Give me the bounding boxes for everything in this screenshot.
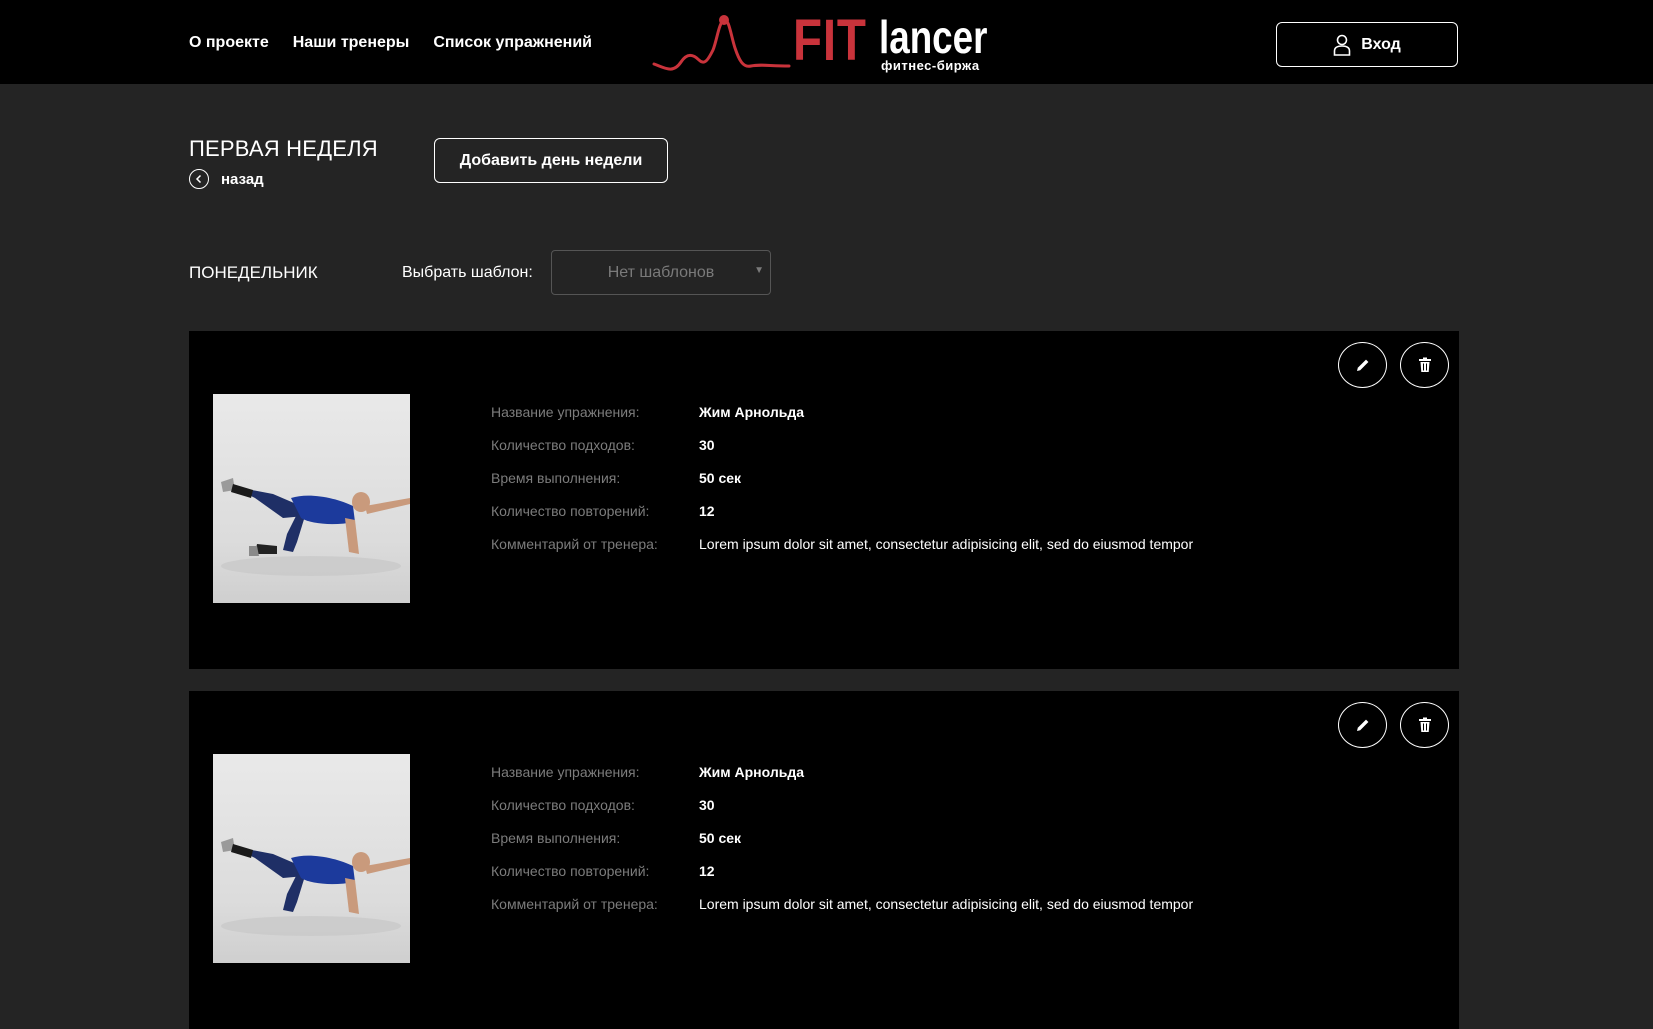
back-label: назад — [221, 170, 264, 188]
logo-lancer-text: lancer — [879, 11, 988, 63]
add-day-button[interactable]: Добавить день недели — [434, 138, 668, 183]
exercise-info: Название упражнения: Жим Арнольда Количе… — [491, 755, 1193, 920]
pencil-icon — [1356, 359, 1368, 371]
info-row-comment: Комментарий от тренера: Lorem ipsum dolo… — [491, 527, 1193, 560]
info-row-reps: Количество повторений: 12 — [491, 494, 1193, 527]
logo-subtitle: фитнес-биржа — [881, 58, 980, 73]
template-label: Выбрать шаблон: — [402, 264, 533, 281]
label-reps: Количество повторений: — [491, 862, 650, 879]
label-comment: Комментарий от тренера: — [491, 895, 658, 912]
nav-item-exercises[interactable]: Список упражнений — [433, 33, 592, 53]
info-row-time: Время выполнения: 50 сек — [491, 821, 1193, 854]
info-row-name: Название упражнения: Жим Арнольда — [491, 755, 1193, 788]
value-time: 50 сек — [699, 829, 742, 846]
label-reps: Количество повторений: — [491, 502, 650, 519]
exercise-figure-image — [221, 838, 410, 936]
label-time: Время выполнения: — [491, 829, 621, 846]
label-time: Время выполнения: — [491, 469, 621, 486]
value-comment: Lorem ipsum dolor sit amet, consectetur … — [699, 895, 1194, 912]
value-name: Жим Арнольда — [699, 763, 804, 780]
trash-icon — [1418, 717, 1431, 732]
label-name: Название упражнения: — [491, 763, 640, 780]
exercise-card: Название упражнения: Жим Арнольда Количе… — [189, 331, 1459, 669]
exercise-photo — [213, 754, 410, 963]
exercise-photo — [213, 394, 410, 603]
value-sets: 30 — [699, 436, 715, 453]
value-time: 50 сек — [699, 469, 742, 486]
page-title: ПЕРВАЯ НЕДЕЛЯ — [189, 136, 378, 161]
info-row-time: Время выполнения: 50 сек — [491, 461, 1193, 494]
pulse-logo-icon — [652, 15, 791, 71]
exercise-info: Название упражнения: Жим Арнольда Количе… — [491, 395, 1193, 560]
chevron-down-icon: ▼ — [754, 265, 764, 276]
delete-button[interactable] — [1400, 342, 1449, 388]
value-sets: 30 — [699, 796, 715, 813]
info-row-comment: Комментарий от тренера: Lorem ipsum dolo… — [491, 887, 1193, 920]
info-row-reps: Количество повторений: 12 — [491, 854, 1193, 887]
pencil-icon — [1356, 719, 1368, 731]
nav-item-trainers[interactable]: Наши тренеры — [293, 33, 410, 53]
main-nav: О проекте Наши тренеры Список упражнений — [189, 33, 592, 53]
login-label: Вход — [1361, 35, 1401, 53]
logo-fit-text: FIT — [793, 8, 867, 73]
label-name: Название упражнения: — [491, 403, 640, 420]
site-logo[interactable]: FIT lancer фитнес-биржа — [651, 8, 997, 80]
user-icon — [1333, 34, 1351, 56]
template-select-value: Нет шаблонов — [607, 263, 715, 281]
back-link[interactable]: назад — [189, 169, 264, 189]
value-comment: Lorem ipsum dolor sit amet, consectetur … — [699, 535, 1194, 552]
label-comment: Комментарий от тренера: — [491, 535, 658, 552]
edit-button[interactable] — [1338, 342, 1387, 388]
info-row-sets: Количество подходов: 30 — [491, 428, 1193, 461]
exercise-card: Название упражнения: Жим Арнольда Количе… — [189, 691, 1459, 1029]
value-reps: 12 — [699, 862, 715, 879]
top-bar: О проекте Наши тренеры Список упражнений… — [0, 0, 1653, 84]
back-arrow-icon — [189, 169, 209, 189]
trash-icon — [1418, 357, 1431, 372]
info-row-name: Название упражнения: Жим Арнольда — [491, 395, 1193, 428]
exercise-figure-image — [221, 478, 410, 576]
value-name: Жим Арнольда — [699, 403, 804, 420]
login-button[interactable]: Вход — [1276, 22, 1458, 67]
delete-button[interactable] — [1400, 702, 1449, 748]
info-row-sets: Количество подходов: 30 — [491, 788, 1193, 821]
template-select[interactable]: Нет шаблонов ▼ — [551, 250, 771, 295]
nav-item-about[interactable]: О проекте — [189, 33, 269, 53]
day-title: ПОНЕДЕЛЬНИК — [189, 263, 318, 282]
edit-button[interactable] — [1338, 702, 1387, 748]
label-sets: Количество подходов: — [491, 436, 635, 453]
label-sets: Количество подходов: — [491, 796, 635, 813]
value-reps: 12 — [699, 502, 715, 519]
